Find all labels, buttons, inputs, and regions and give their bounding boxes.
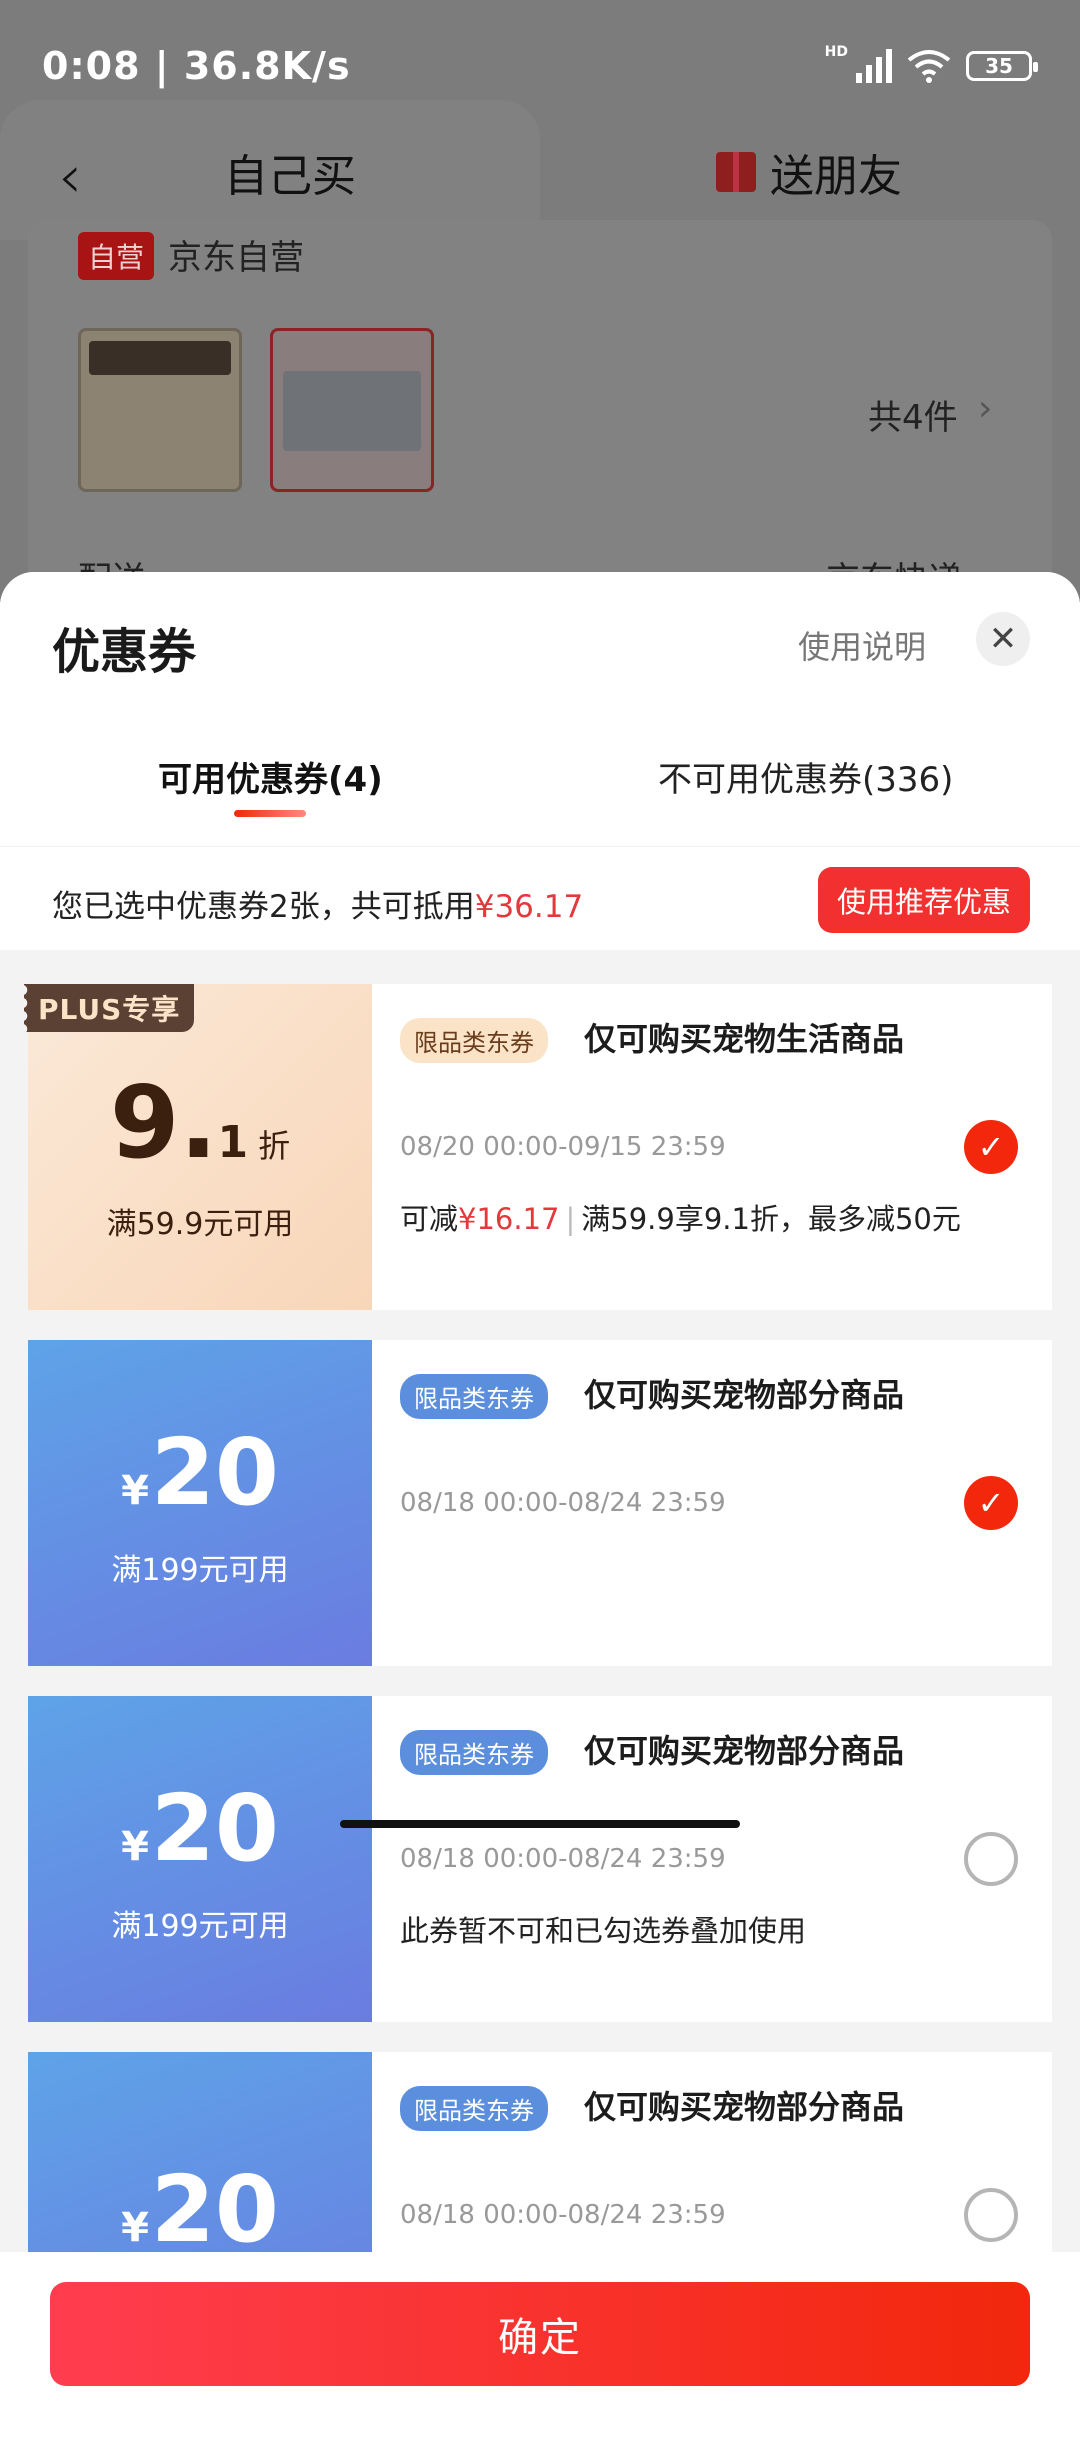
signal-icon xyxy=(856,49,892,83)
summary-amount: ¥36.17 xyxy=(474,889,584,925)
battery-icon: 35 xyxy=(966,51,1038,81)
summary-label: 您已选中优惠券2张，共可抵用 xyxy=(52,889,475,925)
coupon-note: 可减¥16.17 | 满59.9享9.1折，最多减50元 xyxy=(400,1202,961,1236)
currency-symbol: ¥ xyxy=(121,2205,149,2251)
amount-value: 20 xyxy=(150,1419,279,1526)
product-thumbnail[interactable] xyxy=(78,328,242,492)
coupon-validity: 08/18 00:00-08/24 23:59 xyxy=(400,1488,726,1518)
coupon-condition: 满199元可用 xyxy=(111,1909,289,1944)
coupon-value-panel: ¥20 满199元可用 xyxy=(28,1340,372,1666)
selection-summary: 您已选中优惠券2张，共可抵用¥36.17 使用推荐优惠 xyxy=(0,846,1080,950)
coupon-amount: ¥20 xyxy=(121,1783,279,1875)
tab-gift-label: 送朋友 xyxy=(770,151,902,202)
order-tabs: ‹ 自己买 送朋友 xyxy=(0,100,1080,240)
active-tab-indicator xyxy=(234,810,306,817)
coupon-category-tag: 限品类东券 xyxy=(400,1730,548,1775)
tab-available-coupons[interactable]: 可用优惠券(4) xyxy=(158,752,383,801)
note-amount: ¥16.17 xyxy=(458,1202,560,1236)
usage-instructions-link[interactable]: 使用说明 xyxy=(798,622,926,668)
coupon-details: 限品类东券 仅可购买宠物部分商品 08/18 00:00-08/24 23:59… xyxy=(372,1340,1052,1666)
back-icon[interactable]: ‹ xyxy=(58,142,82,212)
coupon-value-panel: PLUS专享 9.1折 满59.9元可用 xyxy=(24,984,372,1310)
discount-value: 9.1折 xyxy=(109,1064,291,1181)
coupon-value-panel: ¥20 满199元可用 xyxy=(28,1696,372,2022)
tab-gift[interactable]: 送朋友 xyxy=(716,140,902,204)
note-prefix: 可减 xyxy=(400,1202,459,1236)
unchecked-radio-icon[interactable] xyxy=(964,1832,1018,1886)
discount-decimal: 1 xyxy=(217,1117,249,1168)
coupon-details: 限品类东券 仅可购买宠物生活商品 08/20 00:00-09/15 23:59… xyxy=(372,984,1052,1310)
note-rest: 满59.9享9.1折，最多减50元 xyxy=(581,1202,961,1236)
amount-value: 20 xyxy=(150,1775,279,1882)
coupon-category-tag: 限品类东券 xyxy=(400,1018,548,1063)
currency-symbol: ¥ xyxy=(121,1824,149,1870)
unchecked-radio-icon[interactable] xyxy=(964,2188,1018,2242)
chevron-right-icon[interactable]: › xyxy=(978,388,992,429)
wifi-icon xyxy=(907,50,951,83)
coupon-details: 限品类东券 仅可购买宠物部分商品 08/18 00:00-08/24 23:59… xyxy=(372,1696,1052,2022)
coupon-card[interactable]: ¥20 满199元可用 限品类东券 仅可购买宠物部分商品 08/18 00:00… xyxy=(22,1696,1052,2022)
status-time: 0:08 | 36.8K/s xyxy=(42,44,351,88)
product-thumbnail[interactable] xyxy=(270,328,434,492)
coupon-condition: 满59.9元可用 xyxy=(106,1207,294,1242)
coupon-amount: ¥20 xyxy=(121,1427,279,1519)
gift-icon xyxy=(716,152,756,192)
home-indicator[interactable] xyxy=(340,1820,740,1828)
coupon-validity: 08/20 00:00-09/15 23:59 xyxy=(400,1132,726,1162)
sheet-header: 优惠券 使用说明 ✕ 可用优惠券(4) 不可用优惠券(336) xyxy=(0,572,1080,846)
amount-value: 20 xyxy=(150,2156,279,2263)
coupon-card[interactable]: ¥20 满199元可用 限品类东券 仅可购买宠物部分商品 08/18 00:00… xyxy=(22,1340,1052,1666)
discount-unit: 折 xyxy=(258,1127,291,1165)
checked-icon[interactable]: ✓ xyxy=(964,1476,1018,1530)
sheet-title: 优惠券 xyxy=(52,624,197,680)
shop-name: 京东自营 xyxy=(168,238,304,278)
coupon-validity: 08/18 00:00-08/24 23:59 xyxy=(400,1844,726,1874)
coupon-title: 仅可购买宠物生活商品 xyxy=(584,1020,905,1058)
coupon-category-tag: 限品类东券 xyxy=(400,2086,548,2131)
tab-self-buy[interactable]: 自己买 xyxy=(224,140,356,204)
checked-icon[interactable]: ✓ xyxy=(964,1120,1018,1174)
coupon-title: 仅可购买宠物部分商品 xyxy=(584,1376,905,1414)
coupon-amount: ¥20 xyxy=(121,2164,279,2256)
coupon-category-tag: 限品类东券 xyxy=(400,1374,548,1419)
coupon-validity: 08/18 00:00-08/24 23:59 xyxy=(400,2200,726,2230)
shop-self-operated-tag: 自营 xyxy=(78,232,155,280)
coupon-note: 此券暂不可和已勾选券叠加使用 xyxy=(400,1914,807,1948)
use-recommended-button[interactable]: 使用推荐优惠 xyxy=(818,867,1030,933)
currency-symbol: ¥ xyxy=(121,1468,149,1514)
confirm-button[interactable]: 确定 xyxy=(50,2282,1030,2386)
item-count[interactable]: 共4件 xyxy=(868,390,958,439)
close-icon[interactable]: ✕ xyxy=(976,612,1030,666)
network-type-label: HD xyxy=(824,44,848,60)
coupon-title: 仅可购买宠物部分商品 xyxy=(584,1732,905,1770)
tab-unavailable-coupons[interactable]: 不可用优惠券(336) xyxy=(658,752,953,801)
plus-badge: PLUS专享 xyxy=(24,984,195,1032)
summary-text: 您已选中优惠券2张，共可抵用¥36.17 xyxy=(52,881,583,926)
coupon-sheet: 优惠券 使用说明 ✕ 可用优惠券(4) 不可用优惠券(336) 您已选中优惠券2… xyxy=(0,572,1080,2460)
coupon-title: 仅可购买宠物部分商品 xyxy=(584,2088,905,2126)
discount-integer: 9 xyxy=(109,1064,180,1181)
coupon-condition: 满199元可用 xyxy=(111,1553,289,1588)
coupon-card[interactable]: PLUS专享 9.1折 满59.9元可用 限品类东券 仅可购买宠物生活商品 08… xyxy=(22,984,1052,1310)
status-icons: HD 35 xyxy=(825,44,1038,84)
sheet-footer: 确定 xyxy=(0,2252,1080,2460)
